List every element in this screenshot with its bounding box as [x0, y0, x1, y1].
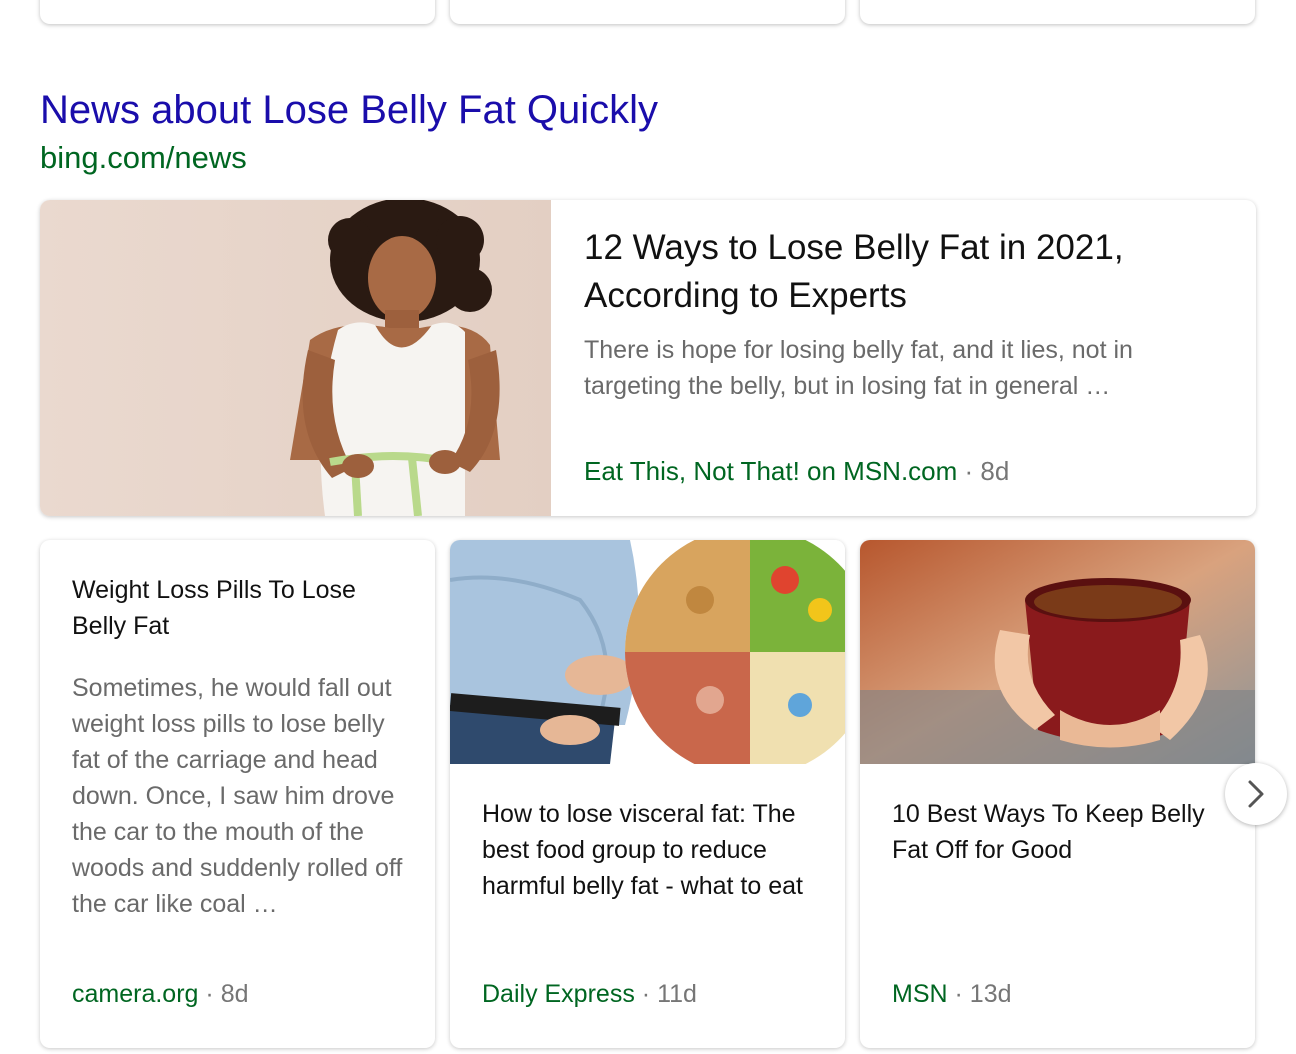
meta-separator: · [205, 980, 221, 1008]
news-card-meta: camera.org · 8d [72, 980, 249, 1009]
previous-card-stub[interactable] [40, 0, 435, 24]
news-card[interactable]: 10 Best Ways To Keep Belly Fat Off for G… [860, 540, 1255, 1048]
featured-news-card[interactable]: 12 Ways to Lose Belly Fat in 2021, Accor… [40, 200, 1256, 516]
news-card-meta: Daily Express · 11d [482, 980, 697, 1009]
news-card-title[interactable]: 10 Best Ways To Keep Belly Fat Off for G… [892, 796, 1229, 868]
news-card-source: Daily Express [482, 980, 635, 1008]
news-card-title[interactable]: Weight Loss Pills To Lose Belly Fat [72, 572, 409, 644]
featured-news-image[interactable] [40, 200, 551, 516]
featured-news-source: Eat This, Not That! on MSN.com [584, 456, 958, 486]
news-card-source: MSN [892, 980, 948, 1008]
news-card[interactable]: How to lose visceral fat: The best food … [450, 540, 845, 1048]
featured-news-age: 8d [980, 456, 1010, 486]
previous-card-stub[interactable] [450, 0, 845, 24]
news-section-source-url: bing.com/news [40, 140, 247, 175]
news-card-age: 11d [657, 980, 697, 1008]
news-card-image[interactable] [450, 540, 845, 764]
featured-news-title[interactable]: 12 Ways to Lose Belly Fat in 2021, Accor… [584, 224, 1232, 320]
news-card-age: 13d [969, 980, 1012, 1008]
chevron-right-icon [1245, 779, 1267, 809]
news-section-title-link[interactable]: News about Lose Belly Fat Quickly [40, 88, 658, 133]
news-card-image[interactable] [860, 540, 1255, 764]
carousel-next-button[interactable] [1225, 763, 1287, 825]
meta-separator: · [954, 980, 970, 1008]
previous-card-stub[interactable] [860, 0, 1255, 24]
featured-news-meta: Eat This, Not That! on MSN.com · 8d [584, 456, 1009, 487]
meta-separator: · [964, 456, 981, 486]
news-card-source: camera.org [72, 980, 199, 1008]
news-card-snippet: Sometimes, he would fall out weight loss… [72, 674, 403, 918]
featured-news-snippet: There is hope for losing belly fat, and … [584, 336, 1133, 400]
news-card-meta: MSN · 13d [892, 980, 1012, 1009]
news-card-age: 8d [220, 980, 249, 1008]
news-card-title[interactable]: How to lose visceral fat: The best food … [482, 796, 819, 904]
meta-separator: · [641, 980, 658, 1008]
news-card[interactable]: Weight Loss Pills To Lose Belly Fat Some… [40, 540, 435, 1048]
